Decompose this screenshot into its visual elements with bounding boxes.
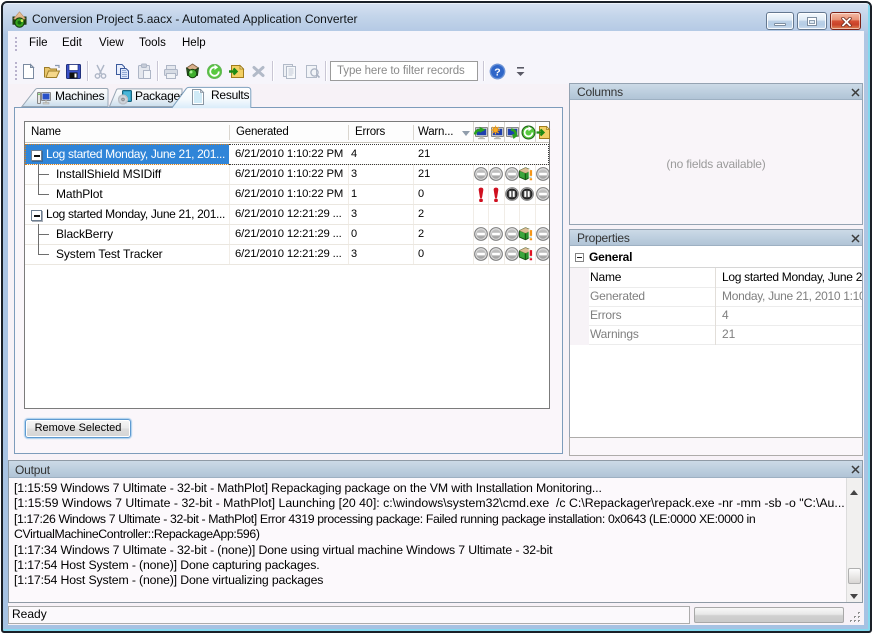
svg-text:?: ? <box>494 66 500 78</box>
